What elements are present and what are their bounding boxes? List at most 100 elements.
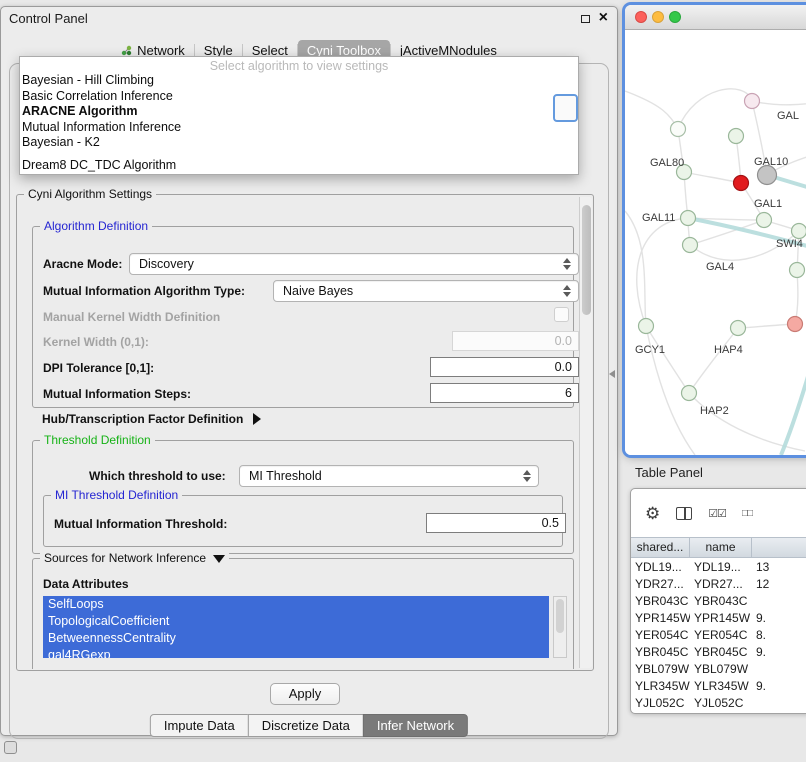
panel-splitter-arrow[interactable] bbox=[609, 370, 615, 378]
network-tab-icon bbox=[121, 45, 132, 56]
algorithm-option-bayesian-k2[interactable]: Bayesian - K2 bbox=[20, 135, 578, 151]
attribute-item-topologicalcoefficient[interactable]: TopologicalCoefficient bbox=[43, 613, 549, 630]
attribute-item-selfloops[interactable]: SelfLoops bbox=[43, 596, 549, 613]
algorithm-dropdown-popup: Select algorithm to view settings Bayesi… bbox=[19, 56, 579, 175]
table-row[interactable]: YDR27...YDR27...12 bbox=[631, 576, 806, 593]
float-window-icon[interactable] bbox=[581, 15, 590, 23]
close-traffic-light[interactable] bbox=[635, 11, 647, 23]
algorithm-combo-fragment[interactable] bbox=[553, 94, 578, 122]
node-label-gal4: GAL4 bbox=[706, 261, 734, 273]
table-cell: YDR27... bbox=[690, 576, 752, 593]
bottom-tab-bar: Impute DataDiscretize DataInfer Network bbox=[150, 714, 468, 737]
mi-type-combo[interactable]: Naive Bayes bbox=[273, 280, 579, 302]
minimize-traffic-light[interactable] bbox=[652, 11, 664, 23]
table-row[interactable]: YJL052CYJL052C bbox=[631, 695, 806, 712]
network-node-gal10[interactable] bbox=[734, 176, 749, 191]
table-cell: YDL19... bbox=[631, 559, 690, 576]
attribute-item-betweennesscentrality[interactable]: BetweennessCentrality bbox=[43, 630, 549, 647]
deselect-columns-icon[interactable]: □□ bbox=[742, 508, 752, 519]
node-label-hap2: HAP2 bbox=[700, 405, 729, 417]
threshold-definition-group: Threshold Definition Which threshold to … bbox=[32, 440, 574, 554]
network-node-gal1[interactable] bbox=[757, 213, 772, 228]
kernel-width-field[interactable] bbox=[452, 331, 579, 351]
algorithm-option-aracne-algorithm[interactable]: ARACNE Algorithm bbox=[20, 104, 578, 120]
network-node[interactable] bbox=[788, 317, 803, 332]
select-columns-icon[interactable]: ☑☑ bbox=[708, 507, 726, 520]
table-row[interactable]: YPR145WYPR145W9. bbox=[631, 610, 806, 627]
sources-toggle[interactable]: Sources for Network Inference bbox=[40, 551, 229, 565]
node-label-gal1: GAL1 bbox=[754, 198, 782, 210]
zoom-traffic-light[interactable] bbox=[669, 11, 681, 23]
mi-steps-label: Mutual Information Steps: bbox=[43, 387, 191, 401]
hub-definition-toggle[interactable]: Hub/Transcription Factor Definition bbox=[42, 412, 261, 426]
table-row[interactable]: YBR043CYBR043C bbox=[631, 593, 806, 610]
bottom-tab-infer-network[interactable]: Infer Network bbox=[363, 714, 468, 737]
mi-threshold-label: Mutual Information Threshold: bbox=[54, 517, 227, 531]
network-node-gcy1[interactable] bbox=[639, 319, 654, 334]
network-node-swi4[interactable] bbox=[792, 224, 806, 239]
which-threshold-combo[interactable]: MI Threshold bbox=[239, 465, 539, 487]
table-row[interactable]: YBL079WYBL079W bbox=[631, 661, 806, 678]
aracne-mode-combo[interactable]: Discovery bbox=[129, 253, 579, 275]
scrollbar-thumb[interactable] bbox=[582, 205, 591, 315]
gear-icon[interactable]: ⚙ bbox=[645, 505, 660, 522]
table-row[interactable]: YDL19...YDL19...13 bbox=[631, 559, 806, 576]
table-cell: 12 bbox=[752, 576, 806, 593]
column-header-2[interactable] bbox=[752, 538, 806, 557]
manual-kernel-label: Manual Kernel Width Definition bbox=[43, 310, 220, 324]
table-cell: 13 bbox=[752, 559, 806, 576]
column-header-name[interactable]: name bbox=[690, 538, 752, 557]
mi-steps-field[interactable] bbox=[430, 383, 579, 403]
mi-threshold-group: MI Threshold Definition Mutual Informati… bbox=[43, 495, 563, 547]
columns-icon[interactable] bbox=[676, 507, 692, 520]
algorithm-option-basic-correlation-inference[interactable]: Basic Correlation Inference bbox=[20, 89, 578, 105]
network-node-hap2[interactable] bbox=[682, 386, 697, 401]
close-icon[interactable]: × bbox=[599, 9, 608, 27]
table-cell: YBR045C bbox=[690, 644, 752, 661]
attribute-item-gal4rgexp[interactable]: gal4RGexp bbox=[43, 647, 549, 658]
bottom-tab-discretize-data[interactable]: Discretize Data bbox=[248, 714, 364, 737]
control-panel-window: Control Panel × NetworkStyleSelectCyni T… bbox=[0, 6, 618, 736]
network-canvas[interactable]: GALGAL80GAL10GAL11GAL1SWI4GAL4GCY1HAP4HA… bbox=[625, 31, 806, 455]
network-node[interactable] bbox=[671, 122, 686, 137]
network-node-gal11[interactable] bbox=[681, 211, 696, 226]
settings-scrollbar[interactable] bbox=[579, 197, 592, 668]
node-label-swi4: SWI4 bbox=[776, 238, 803, 250]
apply-button[interactable]: Apply bbox=[270, 683, 340, 705]
mi-threshold-field[interactable] bbox=[426, 513, 566, 533]
table-row[interactable]: YER054CYER054C8. bbox=[631, 627, 806, 644]
network-node-hap4[interactable] bbox=[731, 321, 746, 336]
sources-title: Sources for Network Inference bbox=[44, 551, 206, 565]
dpi-tolerance-field[interactable] bbox=[430, 357, 579, 377]
combo-stepper-icon bbox=[563, 258, 571, 270]
collapsed-panel-chip[interactable] bbox=[4, 741, 17, 754]
network-window-titlebar[interactable] bbox=[625, 5, 806, 30]
network-node[interactable] bbox=[790, 263, 805, 278]
algorithm-option-dream8-dc-tdc-algorithm[interactable]: Dream8 DC_TDC Algorithm bbox=[20, 158, 578, 174]
expand-right-icon bbox=[253, 413, 261, 425]
table-cell: 9. bbox=[752, 678, 806, 695]
combo-stepper-icon bbox=[523, 470, 531, 482]
algorithm-option-bayesian-hill-climbing[interactable]: Bayesian - Hill Climbing bbox=[20, 73, 578, 89]
table-cell: YJL052C bbox=[690, 695, 752, 712]
table-row[interactable]: YLR345WYLR345W9. bbox=[631, 678, 806, 695]
mi-type-label: Mutual Information Algorithm Type: bbox=[43, 284, 245, 298]
which-threshold-label: Which threshold to use: bbox=[89, 469, 226, 483]
table-row[interactable]: YBR045CYBR045C9. bbox=[631, 644, 806, 661]
network-node-gal4[interactable] bbox=[683, 238, 698, 253]
table-header: shared...name bbox=[631, 537, 806, 558]
node-label-gal80: GAL80 bbox=[650, 157, 684, 169]
table-cell: YBL079W bbox=[690, 661, 752, 678]
network-node[interactable] bbox=[729, 129, 744, 144]
table-panel-title: Table Panel bbox=[635, 465, 703, 480]
manual-kernel-checkbox[interactable] bbox=[554, 307, 569, 322]
attributes-scrollbar[interactable] bbox=[553, 596, 567, 658]
column-header-shared[interactable]: shared... bbox=[631, 538, 690, 557]
table-cell: YBL079W bbox=[631, 661, 690, 678]
which-threshold-value: MI Threshold bbox=[249, 469, 322, 483]
algorithm-option-mutual-information-inference[interactable]: Mutual Information Inference bbox=[20, 120, 578, 136]
network-node[interactable] bbox=[758, 166, 777, 185]
network-node[interactable] bbox=[745, 94, 760, 109]
table-cell: YLR345W bbox=[631, 678, 690, 695]
bottom-tab-impute-data[interactable]: Impute Data bbox=[150, 714, 249, 737]
